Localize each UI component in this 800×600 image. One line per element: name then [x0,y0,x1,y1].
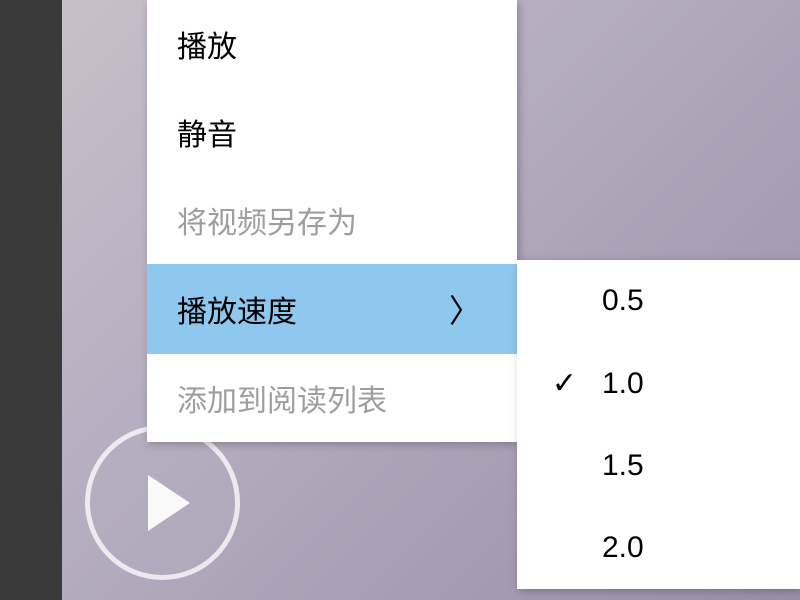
speed-option-0-5[interactable]: 0.5 [517,260,800,342]
menu-item-play[interactable]: 播放 [147,0,517,88]
menu-item-mute[interactable]: 静音 [147,88,517,176]
context-menu: 播放 静音 将视频另存为 播放速度 〉 添加到阅读列表 [147,0,517,442]
play-icon [148,475,190,531]
speed-label: 2.0 [592,531,770,565]
menu-item-label: 播放 [177,22,237,66]
menu-item-label: 添加到阅读列表 [177,376,387,420]
menu-item-playback-speed[interactable]: 播放速度 〉 [147,264,517,354]
speed-label: 0.5 [592,284,770,318]
speed-option-1-5[interactable]: 1.5 [517,425,800,507]
play-button[interactable] [85,425,240,580]
speed-label: 1.0 [592,367,770,401]
menu-item-label: 播放速度 [177,287,297,331]
speed-option-2-0[interactable]: 2.0 [517,507,800,589]
speed-label: 1.5 [592,449,770,483]
menu-item-label: 将视频另存为 [177,198,357,242]
check-icon: ✓ [537,366,592,401]
chevron-right-icon: 〉 [449,286,481,332]
menu-item-add-to-reading-list: 添加到阅读列表 [147,354,517,442]
menu-item-save-video-as: 将视频另存为 [147,176,517,264]
menu-item-label: 静音 [177,110,237,154]
speed-option-1-0[interactable]: ✓ 1.0 [517,342,800,425]
playback-speed-submenu: 0.5 ✓ 1.0 1.5 2.0 [517,260,800,589]
